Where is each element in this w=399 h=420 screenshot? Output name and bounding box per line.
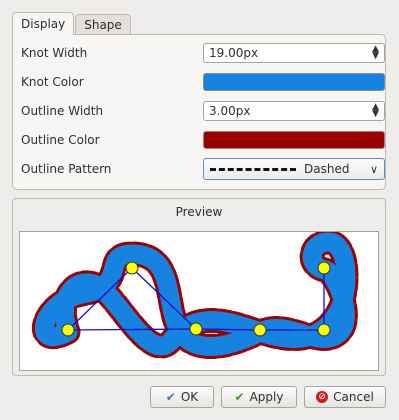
knot-color-row: Knot Color (21, 71, 385, 93)
outline-color-row: Outline Color (21, 129, 385, 151)
knot-width-spinbox[interactable]: 19.00px ▲ ▼ (203, 43, 385, 63)
dash-pattern-icon (210, 167, 296, 171)
spin-arrows-icon[interactable]: ▲ ▼ (372, 45, 379, 61)
preview-title: Preview (175, 205, 223, 219)
cancel-icon: ⊘ (316, 391, 329, 403)
outline-width-spinbox[interactable]: 3.00px ▲ ▼ (203, 101, 385, 121)
node-point (317, 323, 331, 337)
outline-width-row: Outline Width 3.00px ▲ ▼ (21, 100, 385, 122)
outline-width-value: 3.00px (209, 104, 251, 118)
ok-button[interactable]: ✔ OK (150, 386, 214, 408)
node-point (61, 323, 75, 337)
ok-label: OK (180, 390, 199, 404)
outline-width-label: Outline Width (21, 104, 104, 118)
tab-shape[interactable]: Shape (75, 14, 131, 35)
outline-color-button[interactable] (203, 131, 385, 149)
outline-pattern-row: Outline Pattern Dashed ∨ (21, 158, 385, 180)
check-icon: ✔ (165, 390, 176, 404)
cancel-label: Cancel (333, 390, 374, 404)
node-point (189, 322, 203, 336)
apply-check-icon: ✔ (234, 390, 245, 404)
outline-pattern-label: Outline Pattern (21, 162, 112, 176)
display-panel: Knot Width 19.00px ▲ ▼ Knot Color Outline… (12, 34, 386, 190)
apply-button[interactable]: ✔ Apply (221, 386, 297, 408)
tab-display[interactable]: Display (12, 12, 75, 35)
tab-bar: Display Shape (12, 12, 132, 36)
knot-width-row: Knot Width 19.00px ▲ ▼ (21, 42, 385, 64)
knot-width-value: 19.00px (209, 46, 259, 60)
node-point (253, 323, 267, 337)
preview-canvas[interactable] (19, 229, 379, 371)
outline-pattern-combo[interactable]: Dashed ∨ (203, 158, 385, 180)
outline-color-label: Outline Color (21, 133, 100, 147)
preview-group: Preview (12, 198, 386, 376)
apply-label: Apply (249, 390, 284, 404)
spin-arrows-icon[interactable]: ▲ ▼ (372, 103, 379, 119)
chevron-down-icon: ∨ (369, 162, 378, 176)
outline-pattern-value: Dashed (304, 162, 350, 176)
knot-color-label: Knot Color (21, 75, 84, 89)
node-point (317, 261, 331, 275)
knot-preview-image (31, 229, 359, 359)
knot-color-button[interactable] (203, 73, 385, 91)
cancel-button[interactable]: ⊘ Cancel (304, 386, 386, 408)
knot-width-label: Knot Width (21, 46, 88, 60)
node-point (125, 261, 139, 275)
